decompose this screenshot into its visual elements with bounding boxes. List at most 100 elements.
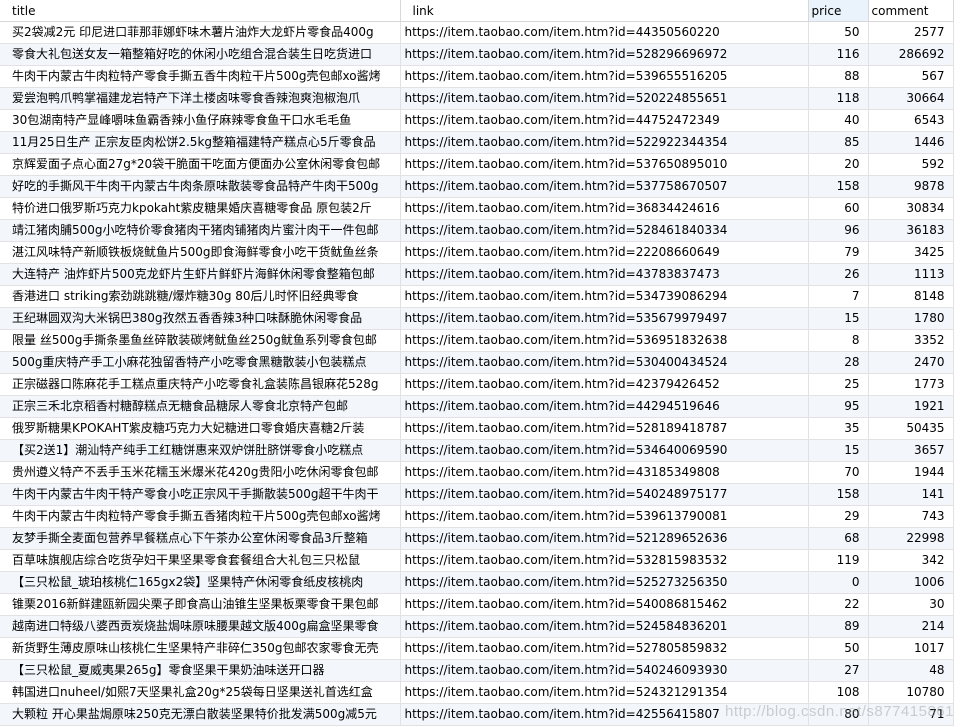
cell-title[interactable]: 特价进口俄罗斯巧克力kpokaht紫皮糖果婚庆喜糖零食品 原包装2斤 xyxy=(0,197,401,220)
table-row[interactable]: 买2袋减2元 印尼进口菲那菲娜虾味木薯片油炸大龙虾片零食品400g https:… xyxy=(0,21,954,44)
cell-title[interactable]: 京辉爱面子点心面27g*20袋干脆面干吃面方便面办公室休闲零食包邮 xyxy=(0,153,401,176)
cell-comment[interactable]: 1006 xyxy=(868,571,954,594)
table-row[interactable]: 零食大礼包送女友一箱整箱好吃的休闲小吃组合混合装生日吃货进口 https://i… xyxy=(0,43,954,66)
cell-link[interactable]: https://item.taobao.com/item.htm?id=5328… xyxy=(400,549,809,572)
table-row[interactable]: 【三只松鼠_琥珀核桃仁165gx2袋】坚果特产休闲零食纸皮核桃肉 https:/… xyxy=(0,571,954,594)
cell-price[interactable]: 68 xyxy=(808,527,869,550)
cell-link[interactable]: https://item.taobao.com/item.htm?id=4435… xyxy=(400,21,809,44)
cell-price[interactable]: 79 xyxy=(808,241,869,264)
cell-link[interactable]: https://item.taobao.com/item.htm?id=5252… xyxy=(400,571,809,594)
cell-price[interactable]: 108 xyxy=(808,681,869,704)
cell-price[interactable]: 158 xyxy=(808,483,869,506)
cell-price[interactable]: 15 xyxy=(808,439,869,462)
cell-link[interactable]: https://item.taobao.com/item.htm?id=4475… xyxy=(400,109,809,132)
cell-price[interactable]: 50 xyxy=(808,21,869,44)
cell-title[interactable]: 王纪琳圆双沟大米锅巴380g孜然五香香辣3种口味酥脆休闲零食品 xyxy=(0,307,401,330)
cell-title[interactable]: 好吃的手撕风干牛肉干内蒙古牛肉条原味散装零食品特产牛肉干500g xyxy=(0,175,401,198)
cell-price[interactable]: 15 xyxy=(808,307,869,330)
table-row[interactable]: 韩国进口nuheel/如熙7天坚果礼盒20g*25袋每日坚果送礼首选红盒 htt… xyxy=(0,681,954,704)
cell-link[interactable]: https://item.taobao.com/item.htm?id=5284… xyxy=(400,219,809,242)
cell-price[interactable]: 96 xyxy=(808,219,869,242)
cell-link[interactable]: https://item.taobao.com/item.htm?id=5347… xyxy=(400,285,809,308)
cell-comment[interactable]: 30664 xyxy=(868,87,954,110)
cell-comment[interactable]: 6543 xyxy=(868,109,954,132)
table-row[interactable]: 王纪琳圆双沟大米锅巴380g孜然五香香辣3种口味酥脆休闲零食品 https://… xyxy=(0,307,954,330)
cell-comment[interactable]: 2470 xyxy=(868,351,954,374)
table-row[interactable]: 好吃的手撕风干牛肉干内蒙古牛肉条原味散装零食品特产牛肉干500g https:/… xyxy=(0,175,954,198)
table-row[interactable]: 越南进口特级八婆西贡炭烧盐焗味原味腰果越文版400g扁盒坚果零食 https:/… xyxy=(0,615,954,638)
table-row[interactable]: 正宗三禾北京稻香村糖醇糕点无糖食品糖尿人零食北京特产包邮 https://ite… xyxy=(0,395,954,418)
cell-comment[interactable]: 10780 xyxy=(868,681,954,704)
cell-title[interactable]: 【三只松鼠_琥珀核桃仁165gx2袋】坚果特产休闲零食纸皮核桃肉 xyxy=(0,571,401,594)
cell-title[interactable]: 贵州遵义特产不丢手玉米花糯玉米爆米花420g贵阳小吃休闲零食包邮 xyxy=(0,461,401,484)
cell-title[interactable]: 牛肉干内蒙古牛肉干特产零食小吃正宗风干手撕散装500g超干牛肉干 xyxy=(0,483,401,506)
cell-title[interactable]: 买2袋减2元 印尼进口菲那菲娜虾味木薯片油炸大龙虾片零食品400g xyxy=(0,21,401,44)
table-row[interactable]: 500g重庆特产手工小麻花独留香特产小吃零食黑糖散装小包装糕点 https://… xyxy=(0,351,954,374)
cell-comment[interactable]: 1773 xyxy=(868,373,954,396)
cell-link[interactable]: https://item.taobao.com/item.htm?id=5396… xyxy=(400,505,809,528)
cell-title[interactable]: 正宗三禾北京稻香村糖醇糕点无糖食品糖尿人零食北京特产包邮 xyxy=(0,395,401,418)
cell-title[interactable]: 【三只松鼠_夏威夷果265g】零食坚果干果奶油味送开口器 xyxy=(0,659,401,682)
cell-link[interactable]: https://item.taobao.com/item.htm?id=5278… xyxy=(400,637,809,660)
cell-comment[interactable]: 342 xyxy=(868,549,954,572)
cell-comment[interactable]: 1921 xyxy=(868,395,954,418)
cell-title[interactable]: 30包湖南特产显峰嚼味鱼霸香辣小鱼仔麻辣零食鱼干口水毛毛鱼 xyxy=(0,109,401,132)
cell-price[interactable]: 40 xyxy=(808,109,869,132)
cell-title[interactable]: 500g重庆特产手工小麻花独留香特产小吃零食黑糖散装小包装糕点 xyxy=(0,351,401,374)
cell-link[interactable]: https://item.taobao.com/item.htm?id=5245… xyxy=(400,615,809,638)
cell-link[interactable]: https://item.taobao.com/item.htm?id=5281… xyxy=(400,417,809,440)
cell-link[interactable]: https://item.taobao.com/item.htm?id=5282… xyxy=(400,43,809,66)
cell-title[interactable]: 越南进口特级八婆西贡炭烧盐焗味原味腰果越文版400g扁盒坚果零食 xyxy=(0,615,401,638)
cell-comment[interactable]: 3352 xyxy=(868,329,954,352)
table-row[interactable]: 11月25日生产 正宗友臣肉松饼2.5kg整箱福建特产糕点心5斤零食品 http… xyxy=(0,131,954,154)
cell-comment[interactable]: 48 xyxy=(868,659,954,682)
table-row[interactable]: 靖江猪肉脯500g小吃特价零食猪肉干猪肉铺猪肉片蜜汁肉干一件包邮 https:/… xyxy=(0,219,954,242)
cell-title[interactable]: 【买2送1】潮汕特产纯手工红糖饼惠来双炉饼肚脐饼零食小吃糕点 xyxy=(0,439,401,462)
cell-title[interactable]: 限量 丝500g手撕条墨鱼丝碎散装碳烤鱿鱼丝250g鱿鱼系列零食包邮 xyxy=(0,329,401,352)
cell-price[interactable]: 95 xyxy=(808,395,869,418)
cell-link[interactable]: https://item.taobao.com/item.htm?id=5396… xyxy=(400,65,809,88)
cell-comment[interactable]: 2577 xyxy=(868,21,954,44)
cell-price[interactable]: 25 xyxy=(808,373,869,396)
cell-price[interactable]: 28 xyxy=(808,351,869,374)
column-header-link[interactable]: link xyxy=(400,0,809,22)
cell-title[interactable]: 新货野生薄皮原味山核桃仁生坚果特产非碎仁350g包邮农家零食无壳 xyxy=(0,637,401,660)
cell-price[interactable]: 116 xyxy=(808,43,869,66)
cell-comment[interactable]: 3657 xyxy=(868,439,954,462)
cell-title[interactable]: 锥栗2016新鲜建瓯新园尖栗子即食高山油锥生坚果板栗零食干果包邮 xyxy=(0,593,401,616)
table-row[interactable]: 牛肉干内蒙古牛肉粒特产零食手撕五香牛肉粒干片500g壳包邮xo酱烤 https:… xyxy=(0,65,954,88)
cell-title[interactable]: 大连特产 油炸虾片500克龙虾片生虾片鲜虾片海鲜休闲零食整箱包邮 xyxy=(0,263,401,286)
cell-comment[interactable]: 36183 xyxy=(868,219,954,242)
table-row[interactable]: 湛江风味特产新顺铁板烧鱿鱼片500g即食海鲜零食小吃干货鱿鱼丝条 https:/… xyxy=(0,241,954,264)
cell-link[interactable]: https://item.taobao.com/item.htm?id=5346… xyxy=(400,439,809,462)
cell-price[interactable]: 118 xyxy=(808,87,869,110)
cell-comment[interactable]: 1446 xyxy=(868,131,954,154)
cell-comment[interactable]: 8148 xyxy=(868,285,954,308)
cell-link[interactable]: https://item.taobao.com/item.htm?id=5400… xyxy=(400,593,809,616)
cell-link[interactable]: https://item.taobao.com/item.htm?id=5243… xyxy=(400,681,809,704)
table-row[interactable]: 新货野生薄皮原味山核桃仁生坚果特产非碎仁350g包邮农家零食无壳 https:/… xyxy=(0,637,954,660)
cell-link[interactable]: https://item.taobao.com/item.htm?id=3683… xyxy=(400,197,809,220)
cell-link[interactable]: https://item.taobao.com/item.htm?id=5369… xyxy=(400,329,809,352)
cell-title[interactable]: 百草味旗舰店综合吃货孕妇干果坚果零食套餐组合大礼包三只松鼠 xyxy=(0,549,401,572)
cell-price[interactable]: 80 xyxy=(808,703,869,726)
cell-title[interactable]: 牛肉干内蒙古牛肉粒特产零食手撕五香牛肉粒干片500g壳包邮xo酱烤 xyxy=(0,65,401,88)
cell-link[interactable]: https://item.taobao.com/item.htm?id=5304… xyxy=(400,351,809,374)
cell-price[interactable]: 88 xyxy=(808,65,869,88)
cell-comment[interactable]: 141 xyxy=(868,483,954,506)
cell-title[interactable]: 11月25日生产 正宗友臣肉松饼2.5kg整箱福建特产糕点心5斤零食品 xyxy=(0,131,401,154)
cell-comment[interactable]: 567 xyxy=(868,65,954,88)
cell-price[interactable]: 22 xyxy=(808,593,869,616)
table-row[interactable]: 友梦手撕全麦面包营养早餐糕点心下午茶办公室休闲零食品3斤整箱 https://i… xyxy=(0,527,954,550)
table-row[interactable]: 香港进口 striking索劲跳跳糖/爆炸糖30g 80后儿时怀旧经典零食 ht… xyxy=(0,285,954,308)
cell-link[interactable]: https://item.taobao.com/item.htm?id=4318… xyxy=(400,461,809,484)
cell-price[interactable]: 0 xyxy=(808,571,869,594)
cell-title[interactable]: 友梦手撕全麦面包营养早餐糕点心下午茶办公室休闲零食品3斤整箱 xyxy=(0,527,401,550)
cell-comment[interactable]: 1944 xyxy=(868,461,954,484)
cell-link[interactable]: https://item.taobao.com/item.htm?id=5356… xyxy=(400,307,809,330)
cell-price[interactable]: 89 xyxy=(808,615,869,638)
column-header-comment[interactable]: comment xyxy=(868,0,954,22)
table-row[interactable]: 贵州遵义特产不丢手玉米花糯玉米爆米花420g贵阳小吃休闲零食包邮 https:/… xyxy=(0,461,954,484)
table-row[interactable]: 爱尝泡鸭爪鸭掌福建龙岩特产下洋土楼卤味零食香辣泡爽泡椒泡爪 https://it… xyxy=(0,87,954,110)
cell-price[interactable]: 27 xyxy=(808,659,869,682)
